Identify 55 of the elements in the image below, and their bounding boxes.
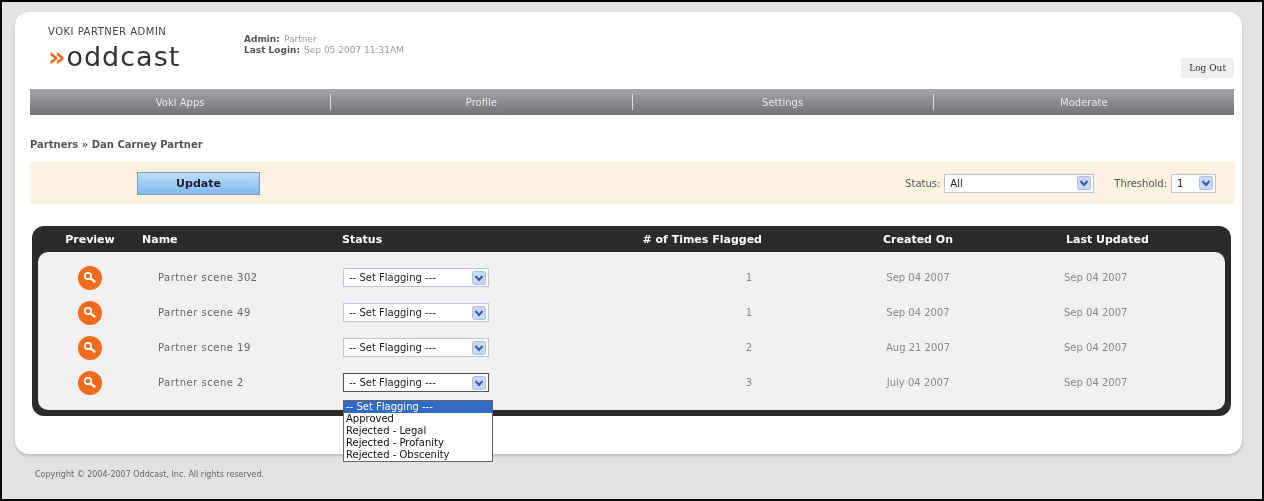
table-cell-text: Sep 04 2007 — [1063, 377, 1129, 388]
table-cell-text: 3 — [744, 377, 753, 388]
table-cell-text: Partner scene 49 — [157, 307, 252, 318]
column-header: Last Updated — [1065, 232, 1150, 246]
caret-icon — [472, 270, 486, 285]
table-cell-text: 1 — [744, 272, 753, 283]
preview-search-icon[interactable] — [78, 370, 102, 395]
caret-icon — [1199, 176, 1213, 190]
threshold-label: Threshold: — [1114, 177, 1167, 189]
status-dropdown[interactable]: All — [944, 173, 1095, 193]
table-cell-text: Partner scene 302 — [157, 272, 259, 283]
info-value: Sep 05 2007 11:31AM — [304, 45, 404, 55]
dropdown-option[interactable]: Approved — [344, 413, 492, 425]
dropdown-option[interactable]: Rejected - Obscenity — [344, 449, 492, 461]
info-label: Admin: — [244, 34, 280, 44]
table-cell-text: July 04 2007 — [885, 377, 951, 388]
column-header: Preview — [64, 232, 116, 246]
preview-search-icon[interactable] — [78, 300, 102, 325]
table-cell-text: Sep 04 2007 — [885, 272, 951, 283]
caret-icon — [1077, 176, 1092, 190]
info-label: Last Login: — [244, 45, 301, 55]
status-label: Status: — [905, 177, 941, 189]
dropdown-option[interactable]: Rejected - Profanity — [344, 437, 492, 449]
table-cell-text: Sep 04 2007 — [1063, 342, 1129, 353]
preview-search-icon[interactable] — [78, 335, 102, 360]
table-cell-text: 1 — [744, 307, 753, 318]
table-cell-text: Sep 04 2007 — [1063, 307, 1129, 318]
status-dropdown[interactable]: -- Set Flagging --- — [343, 303, 489, 322]
table-cell-text: Sep 04 2007 — [885, 307, 951, 318]
breadcrumb: Partners » Dan Carney Partner — [30, 139, 204, 150]
column-header: Created On — [882, 232, 954, 246]
caret-icon — [472, 305, 486, 320]
caret-icon — [472, 340, 486, 355]
dropdown-option[interactable]: -- Set Flagging --- — [344, 401, 492, 413]
preview-search-icon[interactable] — [78, 265, 102, 290]
table-cell-text: Partner scene 2 — [157, 377, 245, 388]
status-dropdown[interactable]: -- Set Flagging --- — [343, 373, 489, 392]
table-cell-text: 2 — [744, 342, 753, 353]
column-header: Status — [342, 232, 384, 246]
info-value: Partner — [283, 34, 317, 44]
update-button[interactable]: Update — [137, 171, 260, 195]
column-header: # of Times Flagged — [642, 232, 763, 246]
status-dropdown[interactable]: -- Set Flagging --- — [343, 338, 489, 357]
column-header: Name — [142, 232, 179, 246]
table-cell-text: Partner scene 19 — [157, 342, 252, 353]
threshold-dropdown[interactable]: 1 — [1171, 173, 1216, 193]
table-cell-text: Sep 04 2007 — [1063, 272, 1129, 283]
logout-button[interactable]: Log Out — [1181, 58, 1234, 78]
table-cell-text: Aug 21 2007 — [884, 342, 952, 353]
copyright-text: Copyright © 2004-2007 Oddcast, Inc. All rights reserved. — [34, 470, 266, 479]
dropdown-option[interactable]: Rejected - Legal — [344, 425, 492, 437]
status-dropdown[interactable]: -- Set Flagging --- — [343, 268, 489, 287]
app-subtitle: VOKI PARTNER ADMIN — [48, 26, 168, 37]
caret-icon — [472, 375, 486, 390]
logo: »oddcast — [48, 41, 181, 73]
